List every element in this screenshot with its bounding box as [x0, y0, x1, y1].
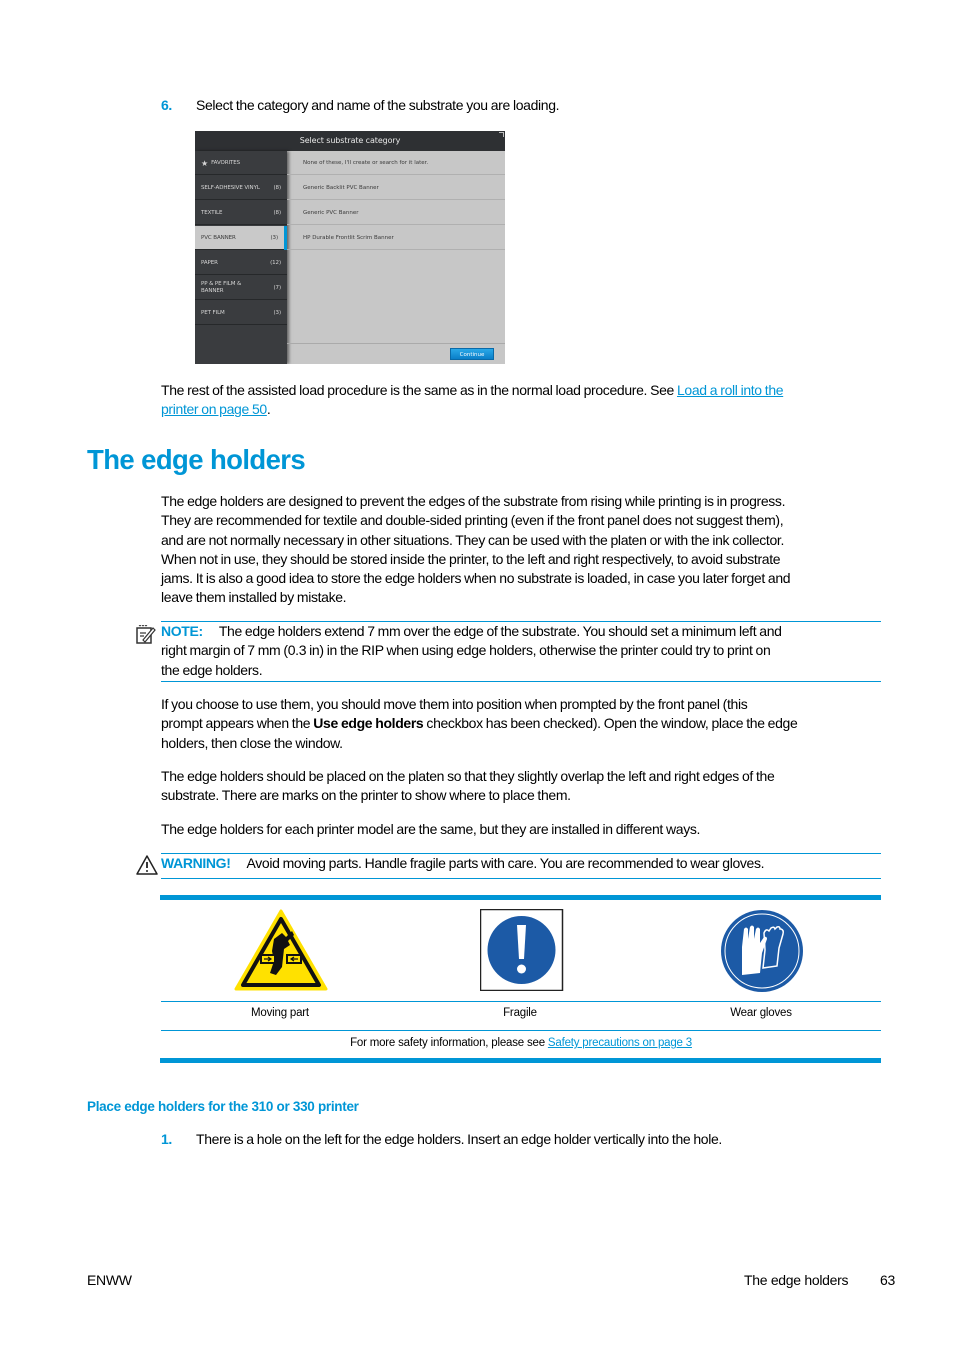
step-text: Select the category and name of the subs… [196, 97, 560, 113]
use-edge-holders-term: Use edge holders [313, 715, 424, 732]
safety-footer: For more safety information, please see … [350, 1037, 692, 1049]
category-count: (8) [273, 210, 282, 216]
warning-label: WARNING! [161, 855, 231, 871]
footer-divider [287, 343, 505, 344]
category-label: PET FILM [201, 309, 225, 316]
table-middle-rule [161, 1001, 881, 1002]
category-count: (3) [273, 310, 282, 316]
substrate-option[interactable]: Generic Backlit PVC Banner [287, 176, 505, 200]
category-label: PVC BANNER [201, 234, 236, 241]
substrate-option[interactable]: None of these, I'll create or search for… [287, 151, 505, 175]
table-bottom-rule [160, 1058, 881, 1063]
note-label: NOTE: [161, 623, 203, 639]
use-paragraph: If you choose to use them, you should mo… [161, 696, 798, 751]
step-6: 6. Select the category and name of the s… [161, 96, 560, 115]
category-pet-film[interactable]: PET FILM (3) [195, 301, 287, 325]
footer-left: ENWW [87, 1272, 132, 1288]
category-label: SELF-ADHESIVE VINYL [201, 184, 260, 191]
category-self-adhesive-vinyl[interactable]: SELF-ADHESIVE VINYL (8) [195, 176, 287, 200]
rest-paragraph: The rest of the assisted load procedure … [161, 382, 784, 418]
step-text: There is a hole on the left for the edge… [196, 1131, 722, 1147]
section-title: The edge holders [87, 444, 306, 475]
category-textile[interactable]: TEXTILE (8) [195, 201, 287, 225]
screen-title: Select substrate category [195, 131, 505, 151]
subsection-title: Place edge holders for the 310 or 330 pr… [87, 1099, 359, 1114]
continue-button[interactable]: Continue [450, 348, 494, 360]
symbol-label-fragile: Fragile [503, 1007, 537, 1019]
note-bottom-rule [161, 681, 881, 682]
page-number: 63 [880, 1272, 895, 1288]
substrate-option[interactable]: HP Durable Frontlit Scrim Banner [287, 226, 505, 250]
category-count: (3) [270, 235, 279, 241]
substrate-option[interactable]: Generic PVC Banner [287, 201, 505, 225]
category-favorites[interactable]: ★ FAVORITES [195, 151, 287, 175]
load-roll-link-continued[interactable]: printer on page 50 [161, 401, 267, 417]
safety-precautions-link[interactable]: Safety precautions on page 3 [548, 1037, 692, 1049]
warning-bottom-rule [161, 878, 881, 879]
fragile-exclamation-icon [480, 909, 564, 991]
category-count: (8) [273, 185, 282, 191]
category-count: (7) [273, 285, 282, 291]
symbol-label-moving-part: Moving part [251, 1007, 309, 1019]
wear-gloves-icon [721, 910, 803, 992]
models-paragraph: The edge holders for each printer model … [161, 821, 701, 837]
placement-paragraph: The edge holders should be placed on the… [161, 768, 775, 804]
category-pp-pe-film-banner[interactable]: PP & PE FILM & BANNER (7) [195, 276, 287, 300]
category-label: TEXTILE [201, 209, 223, 216]
note-block: NOTE: The edge holders extend 7 mm over t… [161, 623, 782, 678]
category-paper[interactable]: PAPER (12) [195, 251, 287, 275]
table-lower-rule [161, 1030, 881, 1031]
star-icon: ★ [201, 158, 209, 168]
warning-block: WARNING! Avoid moving parts. Handle fragi… [161, 855, 765, 871]
substrate-category-screen: Select substrate category ★ FAVORITES SE… [195, 131, 505, 364]
category-pvc-banner[interactable]: PVC BANNER (3) [195, 226, 287, 250]
category-label: FAVORITES [211, 159, 241, 166]
category-label: PAPER [201, 259, 218, 266]
resize-corner-icon [499, 132, 504, 137]
category-sidebar: ★ FAVORITES SELF-ADHESIVE VINYL (8) TEXT… [195, 151, 287, 364]
warning-triangle-icon [136, 855, 158, 875]
intro-paragraph: The edge holders are designed to prevent… [161, 493, 791, 606]
load-roll-link[interactable]: Load a roll into the [677, 382, 784, 398]
table-top-rule [160, 895, 881, 900]
category-label: PP & PE FILM & BANNER [201, 281, 242, 294]
step-number: 6. [161, 97, 172, 113]
moving-part-hazard-icon [234, 909, 328, 991]
step-number: 1. [161, 1131, 172, 1147]
footer-section: The edge holders [744, 1272, 849, 1288]
step-1: 1. There is a hole on the left for the e… [161, 1130, 722, 1149]
symbol-label-wear-gloves: Wear gloves [730, 1007, 792, 1019]
category-count: (12) [270, 260, 281, 266]
note-icon [136, 625, 156, 644]
